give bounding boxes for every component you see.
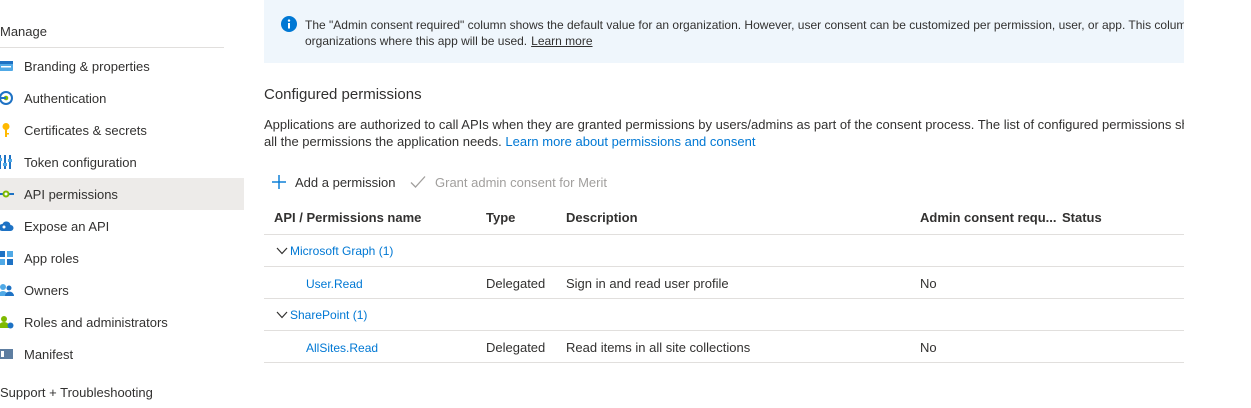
- add-permission-label: Add a permission: [295, 174, 396, 190]
- permission-type: Delegated: [486, 340, 546, 355]
- column-header-description[interactable]: Description: [566, 210, 638, 225]
- sidebar-item-authentication[interactable]: Authentication: [0, 82, 244, 114]
- description-line: all the permissions the application need…: [264, 134, 502, 149]
- authentication-icon: [0, 91, 13, 105]
- sidebar-item-label: API permissions: [24, 187, 118, 202]
- sidebar-item-token-configuration[interactable]: Token configuration: [0, 146, 244, 178]
- section-description: Applications are authorized to call APIs…: [264, 116, 1184, 150]
- row-divider: [264, 362, 1184, 363]
- plus-icon: [272, 175, 286, 189]
- sidebar-item-label: Token configuration: [24, 155, 137, 170]
- chevron-down-icon: [276, 311, 288, 319]
- info-text-line2: organizations where this app will be use…: [305, 33, 1184, 49]
- sidebar-item-roles-administrators[interactable]: Roles and administrators: [0, 306, 244, 338]
- info-text: The "Admin consent required" column show…: [305, 17, 1184, 49]
- sidebar-item-label: Manifest: [24, 347, 74, 362]
- manage-section-header: Manage: [0, 24, 47, 39]
- main-content: The "Admin consent required" column show…: [264, 0, 1184, 408]
- api-permissions-icon: [0, 190, 14, 198]
- manage-divider: [0, 47, 224, 48]
- sidebar-item-expose-api[interactable]: Expose an API: [0, 210, 244, 242]
- info-icon: [281, 16, 297, 32]
- key-icon: [2, 123, 10, 137]
- table-row: User.Read Delegated Sign in and read use…: [264, 267, 1184, 299]
- manifest-icon: [0, 349, 13, 359]
- checkmark-icon: [410, 176, 426, 188]
- column-header-status[interactable]: Status: [1062, 210, 1102, 225]
- token-icon: [0, 155, 12, 169]
- permission-name-link[interactable]: User.Read: [306, 277, 363, 291]
- chevron-down-icon: [276, 247, 288, 255]
- sidebar-item-label: Branding & properties: [24, 59, 150, 74]
- toolbar: Add a permission Grant admin consent for…: [264, 170, 864, 194]
- sidebar-item-manifest[interactable]: Manifest: [0, 338, 244, 370]
- permission-type: Delegated: [486, 276, 546, 291]
- group-label: SharePoint (1): [290, 308, 368, 322]
- grant-admin-consent-button[interactable]: Grant admin consent for Merit: [410, 170, 607, 194]
- sidebar-item-label: App roles: [24, 251, 79, 266]
- column-header-name[interactable]: API / Permissions name: [274, 210, 421, 225]
- group-label: Microsoft Graph (1): [290, 244, 394, 258]
- add-permission-button[interactable]: Add a permission: [272, 170, 395, 194]
- sidebar-item-label: Expose an API: [24, 219, 110, 234]
- permission-description: Sign in and read user profile: [566, 276, 729, 291]
- admin-consent-value: No: [920, 276, 937, 291]
- sidebar-nav: Branding & properties Authentication Cer…: [0, 50, 244, 370]
- sidebar-item-certificates[interactable]: Certificates & secrets: [0, 114, 244, 146]
- section-title: Configured permissions: [264, 86, 422, 103]
- group-row-microsoft-graph[interactable]: Microsoft Graph (1): [264, 235, 1184, 267]
- branding-icon: [0, 61, 13, 71]
- column-header-type[interactable]: Type: [486, 210, 515, 225]
- permission-description: Read items in all site collections: [566, 340, 751, 355]
- cloud-icon: [0, 221, 14, 231]
- sidebar-item-app-roles[interactable]: App roles: [0, 242, 244, 274]
- table-row: AllSites.Read Delegated Read items in al…: [264, 331, 1184, 363]
- permission-name-link[interactable]: AllSites.Read: [306, 341, 378, 355]
- admin-consent-value: No: [920, 340, 937, 355]
- group-row-sharepoint[interactable]: SharePoint (1): [264, 299, 1184, 331]
- sidebar-item-label: Roles and administrators: [24, 315, 168, 330]
- permissions-consent-link[interactable]: Learn more about permissions and consent: [505, 134, 755, 149]
- sidebar-item-owners[interactable]: Owners: [0, 274, 244, 306]
- app-roles-icon: [0, 251, 13, 265]
- sidebar-item-label: Owners: [24, 283, 69, 298]
- grant-admin-consent-label: Grant admin consent for Merit: [435, 174, 607, 190]
- column-header-admin-consent[interactable]: Admin consent requ...: [920, 210, 1057, 225]
- description-line2: all the permissions the application need…: [264, 133, 1184, 150]
- learn-more-link[interactable]: Learn more: [531, 34, 592, 48]
- info-text-line: The "Admin consent required" column show…: [305, 18, 1184, 32]
- sidebar-item-label: Certificates & secrets: [24, 123, 147, 138]
- info-banner: The "Admin consent required" column show…: [264, 0, 1184, 63]
- sidebar-item-branding[interactable]: Branding & properties: [0, 50, 244, 82]
- roles-admin-icon: [0, 316, 14, 329]
- description-line: Applications are authorized to call APIs…: [264, 117, 1184, 132]
- owners-icon: [0, 284, 14, 296]
- sidebar-item-api-permissions[interactable]: API permissions: [0, 178, 244, 210]
- support-section-header: Support + Troubleshooting: [0, 385, 153, 400]
- info-text-line: organizations where this app will be use…: [305, 34, 528, 48]
- sidebar: Manage Branding & properties Authenticat…: [0, 0, 244, 408]
- sidebar-item-label: Authentication: [24, 91, 107, 106]
